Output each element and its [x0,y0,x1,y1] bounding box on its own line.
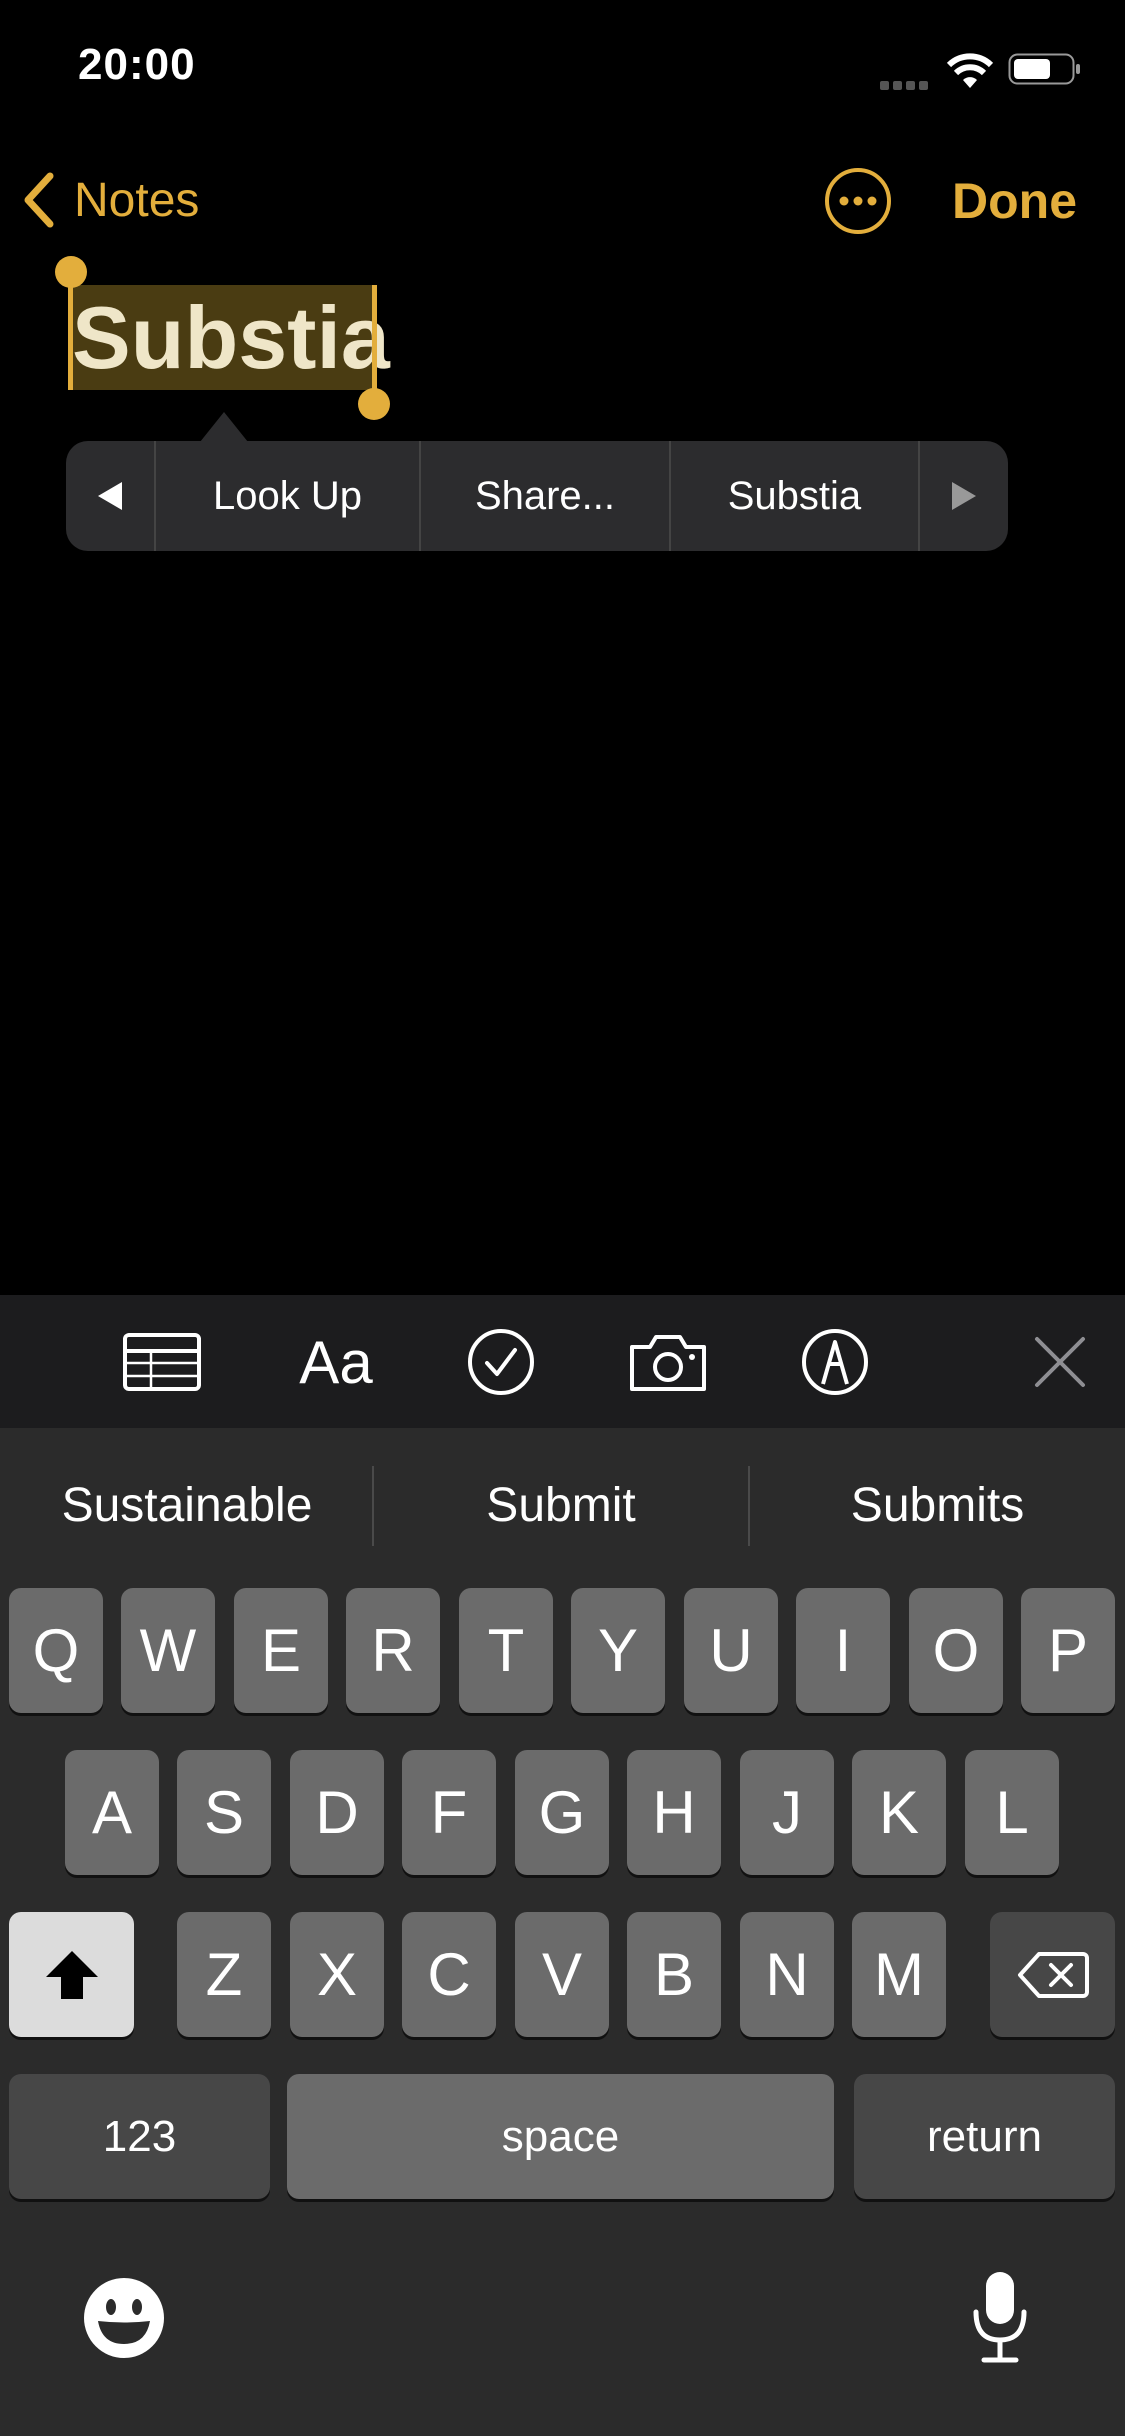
key-s[interactable]: S [177,1750,271,1875]
delete-backward-icon [1017,1951,1089,1998]
key-y[interactable]: Y [571,1588,665,1713]
format-toolbar: Aa [0,1295,1125,1428]
selection-knob-start[interactable] [55,256,87,288]
key-u[interactable]: U [684,1588,778,1713]
close-icon[interactable] [1030,1325,1090,1399]
key-n[interactable]: N [740,1912,834,2037]
shift-icon [45,1950,98,1999]
key-p[interactable]: P [1021,1588,1115,1713]
done-button[interactable]: Done [952,167,1077,235]
key-q[interactable]: Q [9,1588,103,1713]
context-menu-look-up[interactable]: Look Up [156,441,422,551]
status-time: 20:00 [78,40,196,89]
back-button-label: Notes [74,173,200,227]
key-j[interactable]: J [740,1750,834,1875]
triangle-left-icon [97,482,122,510]
key-r[interactable]: R [346,1588,440,1713]
more-options-button[interactable] [824,167,892,235]
ellipsis-circle-icon [825,168,891,234]
camera-icon[interactable] [628,1325,708,1399]
cellular-signal-icon [880,72,932,90]
table-icon[interactable] [122,1325,202,1399]
key-l[interactable]: L [965,1750,1059,1875]
numbers-key[interactable]: 123 [9,2074,270,2199]
key-e[interactable]: E [234,1588,328,1713]
text-format-icon[interactable]: Aa [295,1325,377,1399]
key-v[interactable]: V [515,1912,609,2037]
key-x[interactable]: X [290,1912,384,2037]
suggestion-1[interactable]: Sustainable [0,1428,374,1583]
delete-key[interactable] [990,1912,1115,2037]
selection-knob-end[interactable] [358,388,390,420]
key-w[interactable]: W [121,1588,215,1713]
emoji-key[interactable] [82,2276,166,2360]
emoji-icon [84,2278,164,2358]
selection-handle-end[interactable] [372,285,377,400]
markup-icon[interactable] [800,1325,870,1399]
key-c[interactable]: C [402,1912,496,2037]
key-a[interactable]: A [65,1750,159,1875]
selection-handle-start[interactable] [68,285,73,390]
shift-key[interactable] [9,1912,134,2037]
context-menu-prev-button[interactable] [66,441,156,551]
context-menu-share[interactable]: Share... [421,441,671,551]
battery-icon [1008,53,1082,85]
return-key[interactable]: return [854,2074,1115,2199]
key-z[interactable]: Z [177,1912,271,2037]
key-b[interactable]: B [627,1912,721,2037]
suggestion-2[interactable]: Submit [374,1428,748,1583]
context-menu: Look Up Share... Substia [66,441,1008,551]
microphone-icon [973,2272,1027,2363]
wifi-icon [945,52,995,92]
space-key[interactable]: space [287,2074,834,2199]
dictation-key[interactable] [970,2270,1030,2366]
key-k[interactable]: K [852,1750,946,1875]
key-f[interactable]: F [402,1750,496,1875]
key-t[interactable]: T [459,1588,553,1713]
keyboard: Sustainable Submit Submits Q W E R T Y U… [0,1428,1125,2436]
context-menu-next-button[interactable] [920,441,1008,551]
context-menu-pointer [200,412,248,442]
key-d[interactable]: D [290,1750,384,1875]
key-i[interactable]: I [796,1588,890,1713]
back-button[interactable]: Notes [20,165,199,235]
key-m[interactable]: M [852,1912,946,2037]
context-menu-suggestion[interactable]: Substia [671,441,921,551]
key-h[interactable]: H [627,1750,721,1875]
note-title[interactable]: Substia [72,285,390,390]
key-g[interactable]: G [515,1750,609,1875]
suggestion-3[interactable]: Submits [750,1428,1125,1583]
key-o[interactable]: O [909,1588,1003,1713]
triangle-right-icon [952,482,977,510]
chevron-left-icon [24,172,54,228]
checklist-icon[interactable] [466,1325,536,1399]
